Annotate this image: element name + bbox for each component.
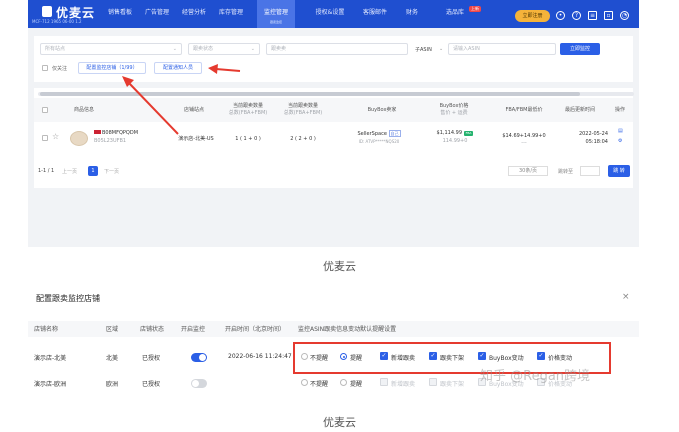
no-remind-label: 不提醒 xyxy=(310,381,329,388)
dialog-header-auth: 店铺状态 xyxy=(140,326,165,333)
monitor-toggle-on[interactable] xyxy=(191,353,207,362)
remind-radio[interactable] xyxy=(340,379,347,386)
no-remind-radio[interactable] xyxy=(301,379,308,386)
dialog-header-time: 开启时间（北京时间） xyxy=(225,326,286,333)
caption-2: 优麦云 xyxy=(323,416,356,429)
new-follow-checkbox[interactable] xyxy=(380,378,388,386)
new-follow-label: 新增跟卖 xyxy=(391,381,416,388)
row-shop-name: 演示店-欧洲 xyxy=(34,381,67,388)
follow-removed-label: 跟卖下架 xyxy=(440,381,465,388)
dialog-header-region: 区域 xyxy=(106,326,119,333)
arrow-to-config-notify xyxy=(215,68,241,72)
row-auth-status: 已授权 xyxy=(142,355,161,362)
close-icon[interactable]: × xyxy=(622,292,630,302)
arrow-to-config-shops xyxy=(127,81,179,135)
dialog-title: 配置跟卖监控店铺 xyxy=(36,294,100,303)
row-region: 北美 xyxy=(106,355,119,362)
row-region: 欧洲 xyxy=(106,381,119,388)
toggle-knob xyxy=(192,380,199,387)
monitor-toggle-off[interactable] xyxy=(191,379,207,388)
watermark: 知乎 @Regan跨境 xyxy=(480,369,591,384)
caption-1: 优麦云 xyxy=(323,260,356,273)
row-shop-name: 演示店-北美 xyxy=(34,355,67,362)
row-auth-status: 已授权 xyxy=(142,381,161,388)
arrow-head-config-notify xyxy=(208,64,218,74)
dialog-header-shop: 店铺名称 xyxy=(34,326,59,333)
remind-label: 提醒 xyxy=(350,381,363,388)
row-enable-time: 2022-06-16 11:24:47 xyxy=(228,353,292,360)
toggle-knob xyxy=(199,354,206,361)
follow-removed-checkbox[interactable] xyxy=(429,378,437,386)
dialog-header-enable: 开启监控 xyxy=(181,326,206,333)
dialog-header-rules: 监控ASIN跟卖信息变动默认提醒设置 xyxy=(298,326,397,333)
